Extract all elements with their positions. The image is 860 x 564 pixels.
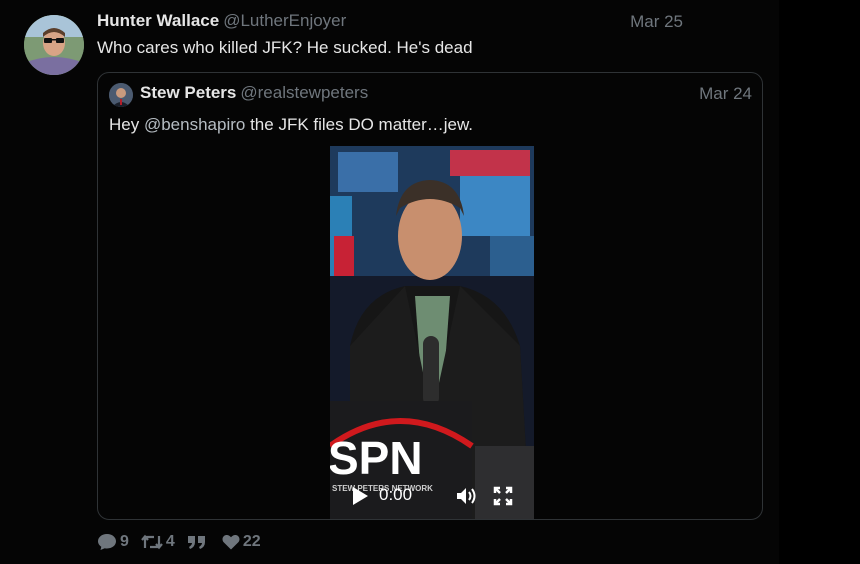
fullscreen-icon[interactable] — [493, 486, 513, 511]
retweet-button[interactable]: 4 — [141, 533, 175, 551]
video-frame: SPN STEW PETERS NETWORK — [330, 146, 534, 519]
tweet-panel: Hunter Wallace @LutherEnjoyer Mar 25 Who … — [0, 0, 779, 564]
quoted-date[interactable]: Mar 24 — [699, 84, 752, 104]
mention-link[interactable]: @benshapiro — [144, 115, 245, 134]
video-time: 0:00 — [379, 485, 413, 504]
quoted-author[interactable]: Stew Peters @realstewpeters — [140, 83, 368, 103]
play-icon[interactable] — [351, 486, 369, 511]
quoted-text-after: the JFK files DO matter…jew. — [245, 115, 474, 134]
quoted-avatar[interactable] — [109, 83, 133, 107]
like-count: 22 — [242, 533, 261, 550]
quoted-text: Hey @benshapiro the JFK files DO matter…… — [109, 115, 473, 135]
author-handle[interactable]: @LutherEnjoyer — [223, 11, 346, 30]
volume-icon[interactable] — [456, 486, 478, 511]
quoted-handle[interactable]: @realstewpeters — [240, 83, 368, 102]
author-display-name[interactable]: Hunter Wallace — [97, 11, 219, 30]
quoted-tweet[interactable]: Stew Peters @realstewpeters Mar 24 Hey @b… — [97, 72, 763, 520]
tweet-text: Who cares who killed JFK? He sucked. He'… — [97, 38, 473, 57]
retweet-icon — [141, 534, 163, 550]
spn-logo: SPN — [330, 432, 423, 484]
reply-icon — [98, 534, 116, 550]
reply-count: 9 — [120, 533, 129, 550]
avatar[interactable] — [24, 15, 84, 75]
quote-button[interactable] — [187, 534, 210, 550]
retweet-count: 4 — [165, 533, 175, 550]
quote-icon — [187, 536, 205, 549]
like-button[interactable]: 22 — [222, 533, 261, 551]
quoted-text-before: Hey — [109, 115, 144, 134]
background-strip — [779, 0, 860, 564]
video-player[interactable]: SPN STEW PETERS NETWORK 0:00 — [330, 146, 534, 519]
reply-button[interactable]: 9 — [97, 533, 129, 551]
quoted-display-name[interactable]: Stew Peters — [140, 83, 236, 102]
video-controls: 0:00 — [330, 485, 534, 507]
tweet-actions: 9 4 22 — [97, 532, 273, 552]
tweet-date[interactable]: Mar 25 — [630, 12, 683, 32]
author-name[interactable]: Hunter Wallace @LutherEnjoyer — [97, 11, 346, 31]
like-icon — [222, 534, 240, 550]
